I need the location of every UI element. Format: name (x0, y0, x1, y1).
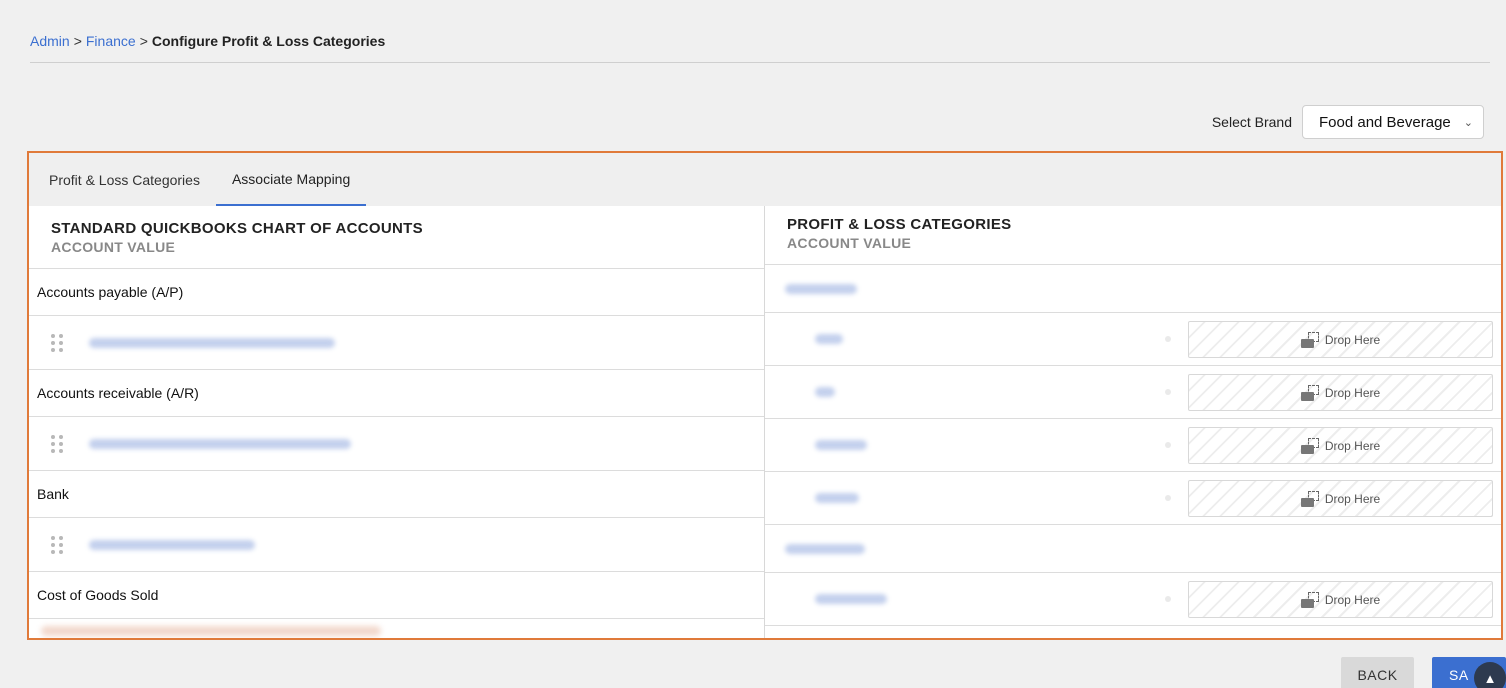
redacted-text (785, 283, 857, 294)
category-row: Drop Here (765, 419, 1501, 472)
brand-select-value: Food and Beverage (1319, 113, 1451, 131)
redacted-text (815, 493, 859, 503)
drop-icon (1300, 331, 1319, 348)
redacted-text (785, 543, 865, 554)
drop-zone[interactable]: Drop Here (1188, 374, 1493, 411)
tab-associate-mapping[interactable]: Associate Mapping (215, 153, 367, 206)
draggable-account[interactable] (29, 316, 764, 370)
category-row: Drop Here (765, 472, 1501, 525)
draggable-account[interactable] (29, 518, 764, 572)
category-row: Drop Here (765, 313, 1501, 366)
column-subtitle: ACCOUNT VALUE (51, 239, 176, 255)
account-group: Cost of Goods Sold (29, 572, 764, 619)
scroll-to-top-icon[interactable]: ▲ (1474, 662, 1506, 688)
drop-zone-label: Drop Here (1324, 491, 1381, 506)
brand-selector: Select Brand Food and Beverage ⌄ (1212, 105, 1484, 139)
drag-handle-icon[interactable] (51, 434, 63, 453)
redacted-text (815, 387, 835, 397)
brand-select[interactable]: Food and Beverage ⌄ (1302, 105, 1484, 139)
category-row: Drop Here (765, 366, 1501, 419)
header-divider (30, 62, 1490, 63)
drop-zone[interactable]: Drop Here (1188, 480, 1493, 517)
brand-label: Select Brand (1211, 114, 1292, 130)
redacted-text (815, 440, 867, 450)
redacted-text (815, 334, 843, 344)
drop-icon (1300, 437, 1319, 454)
account-group: Accounts payable (A/P) (29, 269, 764, 316)
drop-zone-label: Drop Here (1324, 438, 1381, 453)
account-group: Accounts receivable (A/R) (29, 370, 764, 417)
chart-of-accounts-column: STANDARD QUICKBOOKS CHART OF ACCOUNTS AC… (29, 206, 765, 638)
status-dot (1165, 389, 1171, 395)
column-title: PROFIT & LOSS CATEGORIES (787, 216, 1012, 233)
drag-handle-icon[interactable] (51, 333, 63, 352)
page-title: Configure Profit & Loss Categories (151, 33, 386, 49)
drop-zone[interactable]: Drop Here (1188, 581, 1493, 618)
tab-bar: Profit & Loss Categories Associate Mappi… (29, 153, 1501, 206)
column-header: STANDARD QUICKBOOKS CHART OF ACCOUNTS AC… (29, 206, 764, 269)
account-group: Bank (29, 471, 764, 518)
mapping-panel: Profit & Loss Categories Associate Mappi… (27, 151, 1503, 640)
redacted-text (89, 539, 255, 550)
drop-zone[interactable]: Drop Here (1188, 427, 1493, 464)
drop-icon (1300, 591, 1319, 608)
column-title: STANDARD QUICKBOOKS CHART OF ACCOUNTS (51, 220, 423, 237)
drop-zone-label: Drop Here (1324, 592, 1381, 607)
breadcrumb-link-finance[interactable]: Finance (86, 33, 136, 49)
chevron-down-icon: ⌄ (1463, 116, 1473, 129)
column-header: PROFIT & LOSS CATEGORIES ACCOUNT VALUE (765, 206, 1501, 265)
mapping-columns: STANDARD QUICKBOOKS CHART OF ACCOUNTS AC… (29, 206, 1501, 638)
category-group (765, 265, 1501, 313)
status-dot (1165, 495, 1171, 501)
drag-handle-icon[interactable] (51, 535, 63, 554)
breadcrumb-link-admin[interactable]: Admin (30, 33, 70, 49)
category-row: Drop Here (765, 573, 1501, 626)
draggable-account[interactable] (29, 417, 764, 471)
pl-categories-column: PROFIT & LOSS CATEGORIES ACCOUNT VALUE D… (765, 206, 1501, 638)
redacted-text (815, 594, 887, 604)
breadcrumb-separator: > (139, 33, 148, 49)
status-dot (1165, 596, 1171, 602)
drop-icon (1300, 384, 1319, 401)
category-group (765, 525, 1501, 573)
status-dot (1165, 442, 1171, 448)
tab-profit-loss-categories[interactable]: Profit & Loss Categories (33, 153, 216, 206)
redacted-text (89, 438, 351, 449)
breadcrumb: Admin > Finance > Configure Profit & Loss Ca… (30, 33, 385, 49)
back-button[interactable]: BACK (1341, 657, 1414, 688)
redacted-text (41, 626, 381, 636)
breadcrumb-separator: > (73, 33, 82, 49)
drop-icon (1300, 490, 1319, 507)
drop-zone[interactable]: Drop Here (1188, 321, 1493, 358)
drop-zone-label: Drop Here (1324, 332, 1381, 347)
status-dot (1165, 336, 1171, 342)
redacted-text (89, 337, 335, 348)
column-subtitle: ACCOUNT VALUE (787, 235, 912, 251)
drop-zone-label: Drop Here (1324, 385, 1381, 400)
